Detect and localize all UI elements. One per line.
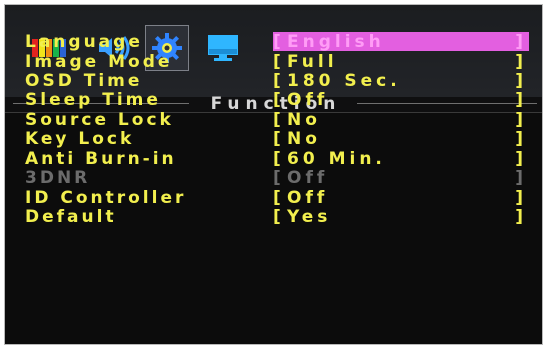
bracket-right: ] bbox=[515, 90, 527, 110]
bracket-left: [ bbox=[273, 149, 285, 169]
menu-item-value-text: English bbox=[287, 32, 385, 52]
bracket-left: [ bbox=[273, 110, 285, 130]
menu-item-value[interactable]: [Off] bbox=[273, 188, 529, 208]
bracket-left: [ bbox=[273, 71, 285, 91]
menu-item-label: Source Lock bbox=[25, 110, 174, 130]
menu-item-label: Image Mode bbox=[25, 52, 173, 72]
menu-item[interactable]: Source Lock [No] bbox=[5, 110, 542, 130]
menu-item-value[interactable]: [180 Sec.] bbox=[273, 71, 529, 91]
menu-item-value[interactable]: [No] bbox=[273, 110, 529, 130]
menu-item-label: Sleep Time bbox=[25, 90, 161, 110]
menu-item-value[interactable]: [Off] bbox=[273, 90, 529, 110]
menu-item-value-text: No bbox=[287, 110, 321, 130]
menu-item-value-text: Yes bbox=[287, 207, 332, 227]
menu-item-value-text: Off bbox=[287, 188, 329, 208]
menu-item[interactable]: Sleep Time [Off] bbox=[5, 90, 542, 110]
bracket-right: ] bbox=[515, 32, 527, 52]
menu-item[interactable]: Image Mode [Full] bbox=[5, 52, 542, 72]
menu-item-value[interactable]: [Full] bbox=[273, 52, 529, 72]
menu-item-value-text: 60 Min. bbox=[287, 149, 386, 169]
bracket-right: ] bbox=[515, 207, 527, 227]
menu-panel: Language[English] Image Mode[Full] OSD Tim… bbox=[5, 32, 542, 344]
menu-item-label: 3DNR bbox=[25, 168, 91, 188]
bracket-right: ] bbox=[515, 188, 527, 208]
osd-screen: Function Language[English] Image Mode[Ful… bbox=[4, 4, 543, 345]
bracket-right: ] bbox=[515, 71, 527, 91]
menu-item-value-text: Off bbox=[287, 168, 329, 188]
bracket-left: [ bbox=[273, 52, 285, 72]
menu-item-value[interactable]: [60 Min.] bbox=[273, 149, 529, 169]
bracket-left: [ bbox=[273, 129, 285, 149]
bracket-right: ] bbox=[515, 149, 527, 169]
menu-item-label: ID Controller bbox=[25, 188, 187, 208]
bracket-right: ] bbox=[515, 110, 527, 130]
menu-item-label: Language bbox=[25, 32, 143, 52]
menu-item-label: Anti Burn-in bbox=[25, 149, 177, 169]
menu-item[interactable]: Anti Burn-in [60 Min.] bbox=[5, 149, 542, 169]
menu-item-label: Key Lock bbox=[25, 129, 135, 149]
menu-item-label: Default bbox=[25, 207, 117, 227]
bracket-right: ] bbox=[515, 52, 527, 72]
bracket-right: ] bbox=[515, 168, 527, 188]
menu-item-value-text: 180 Sec. bbox=[287, 71, 401, 91]
bracket-right: ] bbox=[515, 129, 527, 149]
menu-item-value-text: No bbox=[287, 129, 321, 149]
menu-item[interactable]: ID Controller [Off] bbox=[5, 188, 542, 208]
bracket-left: [ bbox=[273, 207, 285, 227]
menu-item-value[interactable]: [No] bbox=[273, 129, 529, 149]
menu-item-value[interactable]: [Off] bbox=[273, 168, 529, 188]
menu-item-value[interactable]: [Yes] bbox=[273, 207, 529, 227]
bracket-left: [ bbox=[273, 90, 285, 110]
menu-item-value-text: Off bbox=[287, 90, 329, 110]
bracket-left: [ bbox=[273, 168, 285, 188]
menu-item-value[interactable]: [English] bbox=[273, 32, 529, 52]
menu-item[interactable]: 3DNR [Off] bbox=[5, 168, 542, 188]
bracket-left: [ bbox=[273, 32, 285, 52]
menu-item-value-text: Full bbox=[287, 52, 338, 72]
menu-item[interactable]: OSD Time [180 Sec.] bbox=[5, 71, 542, 91]
menu-item[interactable]: Key Lock [No] bbox=[5, 129, 542, 149]
menu-item[interactable]: Default [Yes] bbox=[5, 207, 542, 227]
menu-item-label: OSD Time bbox=[25, 71, 143, 91]
bracket-left: [ bbox=[273, 188, 285, 208]
menu-item[interactable]: Language [English] bbox=[5, 32, 542, 52]
